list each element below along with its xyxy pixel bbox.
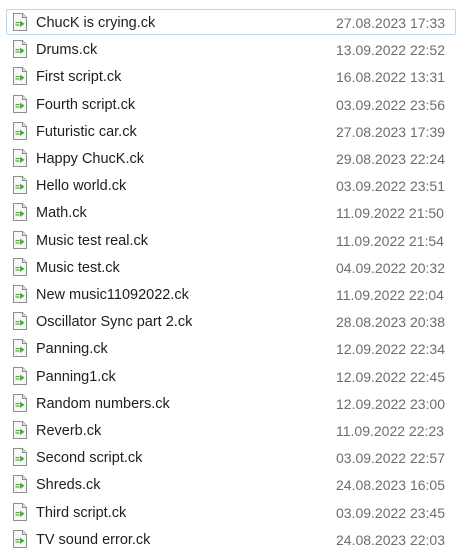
file-row[interactable]: Futuristic car.ck 27.08.2023 17:39: [6, 118, 456, 144]
file-row[interactable]: Second script.ck 03.09.2022 22:57: [6, 444, 456, 470]
chuck-file-icon: [13, 475, 27, 494]
file-row[interactable]: First script.ck 16.08.2022 13:31: [6, 63, 456, 89]
file-modified-date: 16.08.2022 13:31: [336, 69, 445, 86]
chuck-file-icon: [13, 393, 27, 412]
chuck-file-icon: [13, 257, 27, 276]
file-name: Shreds.ck: [36, 477, 101, 494]
file-name: Drums.ck: [36, 42, 98, 59]
file-modified-date: 12.09.2022 23:00: [336, 395, 445, 412]
file-row[interactable]: Oscillator Sync part 2.ck 28.08.2023 20:3…: [6, 308, 456, 334]
file-row[interactable]: New music11092022.ck 11.09.2022 22:04: [6, 281, 456, 307]
file-name: Happy ChucK.ck: [36, 151, 144, 167]
file-name: Random numbers.ck: [36, 395, 170, 412]
chuck-file-icon: [13, 40, 27, 59]
file-modified-date: 12.09.2022 22:45: [336, 368, 445, 385]
file-modified-date: 27.08.2023 17:39: [336, 123, 445, 140]
file-modified-date: 03.09.2022 23:56: [336, 96, 445, 113]
chuck-file-icon: [13, 285, 27, 303]
file-row[interactable]: ChucK is crying.ck 27.08.2023 17:33: [6, 9, 456, 35]
file-modified-date: 29.08.2023 22:24: [336, 151, 445, 167]
file-modified-date: 11.09.2022 22:04: [336, 287, 444, 303]
file-list: ChucK is crying.ck 27.08.2023 17:33 Drums.…: [0, 0, 458, 556]
file-row[interactable]: Panning.ck 12.09.2022 22:34: [6, 335, 456, 361]
file-name: New music11092022.ck: [36, 287, 189, 303]
file-name: Second script.ck: [36, 450, 143, 467]
file-row[interactable]: Reverb.ck 11.09.2022 22:23: [6, 417, 456, 443]
file-row[interactable]: Music test real.ck 11.09.2022 21:54: [6, 227, 456, 253]
file-name: Panning1.ck: [36, 368, 116, 385]
file-row[interactable]: Math.ck 11.09.2022 21:50: [6, 199, 456, 225]
file-name: Reverb.ck: [36, 423, 102, 439]
file-name: First script.ck: [36, 69, 122, 86]
file-name: ChucK is crying.ck: [36, 15, 156, 31]
chuck-file-icon: [13, 176, 27, 195]
file-name: Panning.ck: [36, 341, 108, 358]
file-modified-date: 12.09.2022 22:34: [336, 341, 445, 358]
file-modified-date: 27.08.2023 17:33: [336, 15, 445, 31]
chuck-file-icon: [13, 448, 27, 467]
file-name: Futuristic car.ck: [36, 123, 137, 140]
file-name: TV sound error.ck: [36, 531, 151, 548]
file-row[interactable]: TV sound error.ck 24.08.2023 22:03: [6, 526, 456, 552]
file-modified-date: 03.09.2022 23:51: [336, 178, 445, 195]
chuck-file-icon: [13, 502, 27, 521]
file-row[interactable]: Shreds.ck 24.08.2023 16:05: [6, 471, 456, 497]
file-row[interactable]: Hello world.ck 03.09.2022 23:51: [6, 172, 456, 198]
file-row[interactable]: Fourth script.ck 03.09.2022 23:56: [6, 91, 456, 117]
file-name: Oscillator Sync part 2.ck: [36, 314, 193, 331]
chuck-file-icon: [13, 230, 27, 249]
chuck-file-icon: [13, 149, 27, 167]
file-row[interactable]: Third script.ck 03.09.2022 23:45: [6, 499, 456, 525]
file-row[interactable]: Panning1.ck 12.09.2022 22:45: [6, 363, 456, 389]
file-row[interactable]: Random numbers.ck 12.09.2022 23:00: [6, 390, 456, 416]
file-name: Third script.ck: [36, 504, 127, 521]
chuck-file-icon: [13, 366, 27, 385]
file-row[interactable]: Drums.ck 13.09.2022 22:52: [6, 36, 456, 62]
chuck-file-icon: [13, 312, 27, 331]
file-name: Fourth script.ck: [36, 96, 136, 113]
file-modified-date: 11.09.2022 22:23: [336, 423, 444, 439]
chuck-file-icon: [13, 121, 27, 140]
file-modified-date: 11.09.2022 21:54: [336, 232, 444, 249]
file-modified-date: 04.09.2022 20:32: [336, 259, 445, 276]
chuck-file-icon: [13, 203, 27, 222]
file-name: Music test real.ck: [36, 232, 148, 249]
file-modified-date: 11.09.2022 21:50: [336, 205, 444, 222]
file-modified-date: 24.08.2023 16:05: [336, 477, 445, 494]
chuck-file-icon: [13, 529, 27, 548]
chuck-file-icon: [13, 339, 27, 358]
chuck-file-icon: [13, 421, 27, 439]
file-name: Hello world.ck: [36, 178, 127, 195]
chuck-file-icon: [13, 13, 27, 31]
chuck-file-icon: [13, 67, 27, 86]
file-name: Math.ck: [36, 205, 87, 222]
file-modified-date: 13.09.2022 22:52: [336, 42, 445, 59]
file-row[interactable]: Music test.ck 04.09.2022 20:32: [6, 254, 456, 280]
file-name: Music test.ck: [36, 259, 120, 276]
file-modified-date: 03.09.2022 22:57: [336, 450, 445, 467]
file-modified-date: 24.08.2023 22:03: [336, 531, 445, 548]
chuck-file-icon: [13, 94, 27, 113]
file-modified-date: 28.08.2023 20:38: [336, 314, 445, 331]
file-modified-date: 03.09.2022 23:45: [336, 504, 445, 521]
file-row[interactable]: Happy ChucK.ck 29.08.2023 22:24: [6, 145, 456, 171]
